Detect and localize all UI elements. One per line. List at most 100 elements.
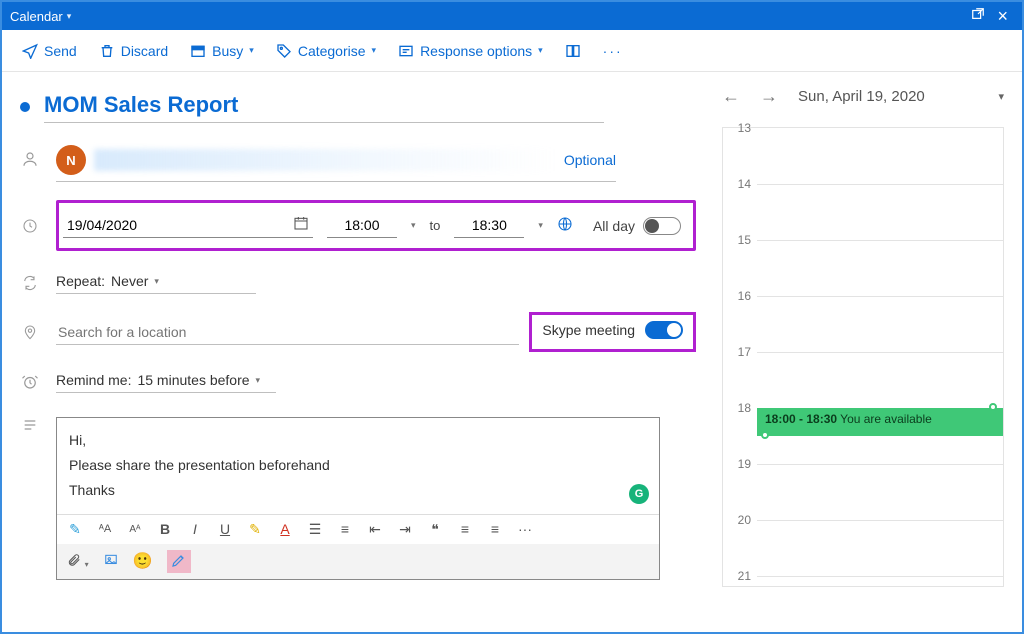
event-title-input[interactable]: MOM Sales Report: [44, 90, 604, 123]
hour-label: 17: [723, 345, 757, 401]
start-time-input[interactable]: [327, 213, 397, 238]
more-format-icon[interactable]: ···: [517, 521, 533, 537]
chevron-down-icon[interactable]: ▾: [998, 90, 1004, 103]
italic-button[interactable]: I: [187, 521, 203, 537]
scheduling-assistant-icon[interactable]: [565, 43, 581, 59]
hour-cell[interactable]: [757, 240, 1003, 296]
event-status: You are available: [840, 412, 932, 426]
more-options-icon[interactable]: ···: [603, 43, 623, 59]
remind-label: Remind me:: [56, 372, 131, 388]
to-label: to: [430, 218, 441, 233]
chevron-down-icon[interactable]: ▾: [538, 220, 543, 231]
increase-indent-button[interactable]: ⇥: [397, 521, 413, 538]
hour-row[interactable]: 21: [723, 576, 1003, 632]
popout-icon[interactable]: [965, 7, 991, 25]
optional-attendees-link[interactable]: Optional: [564, 152, 616, 168]
send-label: Send: [44, 43, 77, 59]
hour-row[interactable]: 14: [723, 184, 1003, 240]
quote-button[interactable]: ❝: [427, 521, 443, 538]
numbering-button[interactable]: ≡: [337, 521, 353, 537]
insert-signature-button[interactable]: [167, 550, 191, 573]
timezone-icon[interactable]: [557, 216, 573, 235]
hour-cell[interactable]: [757, 520, 1003, 576]
send-button[interactable]: Send: [22, 43, 77, 59]
bold-button[interactable]: B: [157, 521, 173, 537]
chevron-down-icon: ▾: [256, 375, 261, 386]
hour-cell[interactable]: [757, 128, 1003, 184]
bullets-button[interactable]: ☰: [307, 521, 323, 538]
insert-picture-button[interactable]: [103, 553, 119, 570]
close-icon[interactable]: ×: [991, 6, 1014, 27]
font-size-decrease-icon[interactable]: Aᴬ: [127, 524, 143, 535]
body-line[interactable]: Thanks: [69, 478, 647, 503]
hour-cell[interactable]: [757, 296, 1003, 352]
event-time: 18:00 - 18:30: [765, 412, 837, 426]
resize-handle-bottom[interactable]: [761, 431, 769, 439]
attendee-name-redacted[interactable]: [94, 149, 556, 171]
calendar-color-dot[interactable]: [20, 102, 30, 112]
location-input[interactable]: [56, 320, 519, 345]
hour-row[interactable]: 15: [723, 240, 1003, 296]
chevron-down-icon[interactable]: ▾: [411, 220, 416, 231]
hour-cell[interactable]: [757, 352, 1003, 408]
insert-emoji-button[interactable]: 🙂: [133, 551, 153, 571]
busy-dropdown[interactable]: Busy ▾: [190, 43, 254, 59]
hour-label: 14: [723, 177, 757, 233]
day-timeline[interactable]: 13141516171819202118:00 - 18:30 You are …: [722, 127, 1004, 587]
body-line[interactable]: Hi,: [69, 428, 647, 453]
categorise-label: Categorise: [298, 43, 366, 59]
hour-cell[interactable]: [757, 184, 1003, 240]
reminder-dropdown[interactable]: Remind me: 15 minutes before ▾: [56, 370, 276, 393]
description-editor[interactable]: Hi, Please share the presentation before…: [56, 417, 660, 580]
hour-label: 15: [723, 233, 757, 289]
align-center-button[interactable]: ≡: [487, 521, 503, 537]
hour-row[interactable]: 20: [723, 520, 1003, 576]
resize-handle-top[interactable]: [989, 403, 997, 411]
allday-toggle[interactable]: [643, 217, 681, 235]
end-time-input[interactable]: [454, 213, 524, 238]
hour-label: 20: [723, 513, 757, 569]
insert-toolbar: ▾ 🙂: [57, 544, 659, 579]
repeat-label: Repeat:: [56, 273, 105, 289]
skype-toggle[interactable]: [645, 321, 683, 339]
calendar-icon[interactable]: [293, 215, 309, 234]
response-options-dropdown[interactable]: Response options ▾: [398, 43, 543, 59]
attach-button[interactable]: ▾: [67, 553, 89, 570]
body-line[interactable]: Please share the presentation beforehand: [69, 453, 647, 478]
hour-row[interactable]: 13: [723, 128, 1003, 184]
highlight-button[interactable]: ✎: [247, 521, 263, 538]
response-label: Response options: [420, 43, 532, 59]
timeline-event[interactable]: 18:00 - 18:30 You are available: [757, 408, 1003, 436]
discard-button[interactable]: Discard: [99, 43, 168, 59]
hour-cell[interactable]: [757, 576, 1003, 632]
underline-button[interactable]: U: [217, 521, 233, 537]
format-painter-icon[interactable]: ✎: [67, 521, 83, 538]
next-day-button[interactable]: →: [760, 86, 778, 107]
repeat-dropdown[interactable]: Repeat: Never ▾: [56, 271, 256, 294]
hour-cell[interactable]: [757, 464, 1003, 520]
hour-row[interactable]: 19: [723, 464, 1003, 520]
font-color-button[interactable]: A: [277, 521, 293, 537]
clock-icon: [22, 218, 38, 234]
remind-value: 15 minutes before: [137, 372, 249, 388]
start-date-input[interactable]: [63, 213, 313, 238]
hour-label: 18: [723, 401, 757, 457]
event-form: MOM Sales Report N Optional: [2, 72, 712, 632]
font-size-increase-icon[interactable]: ᴬA: [97, 523, 113, 535]
location-icon: [22, 324, 38, 340]
hour-row[interactable]: 16: [723, 296, 1003, 352]
attendee-avatar[interactable]: N: [56, 145, 86, 175]
hour-row[interactable]: 17: [723, 352, 1003, 408]
window-titlebar: Calendar ▾ ×: [2, 2, 1022, 30]
chevron-down-icon[interactable]: ▾: [67, 11, 72, 22]
busy-label: Busy: [212, 43, 243, 59]
categorise-dropdown[interactable]: Categorise ▾: [276, 43, 376, 59]
decrease-indent-button[interactable]: ⇤: [367, 521, 383, 538]
prev-day-button[interactable]: ←: [722, 86, 740, 107]
app-title: Calendar: [10, 9, 63, 24]
day-preview-panel: ← → Sun, April 19, 2020 ▾ 13141516171819…: [712, 72, 1022, 632]
grammarly-icon[interactable]: G: [629, 484, 649, 504]
align-left-button[interactable]: ≡: [457, 521, 473, 537]
toolbar: Send Discard Busy ▾ Categorise ▾ Respons…: [2, 30, 1022, 72]
hour-label: 13: [723, 121, 757, 177]
